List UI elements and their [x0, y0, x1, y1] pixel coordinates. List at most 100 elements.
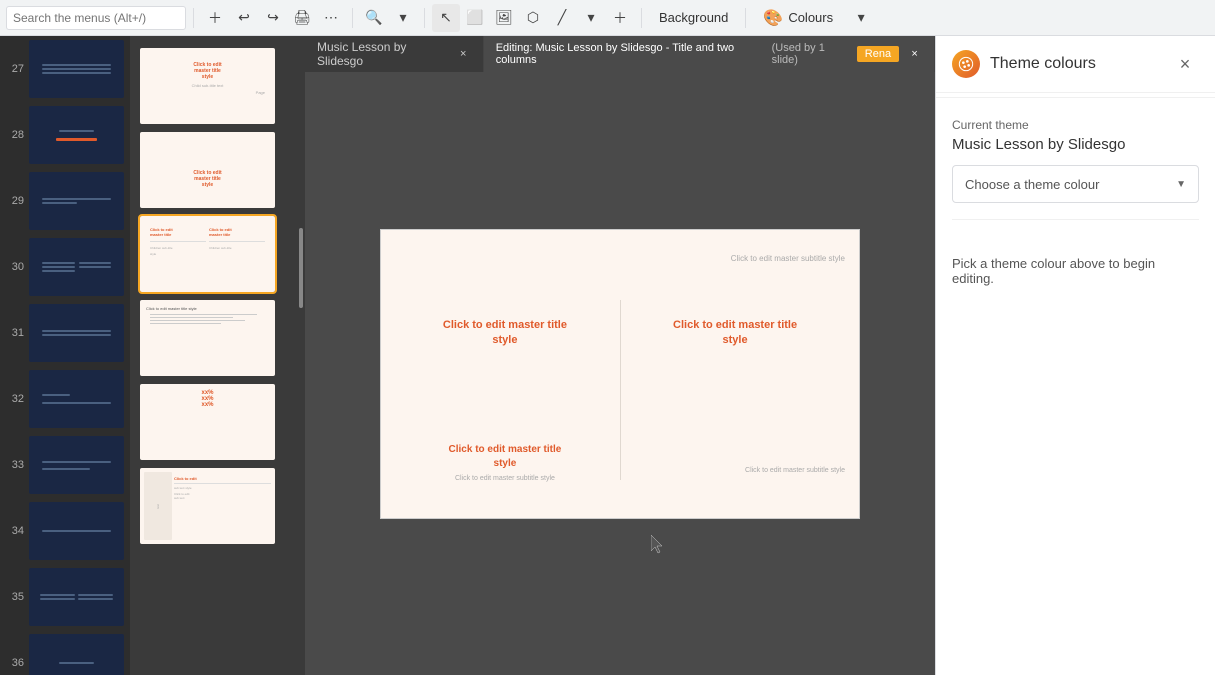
- list-item[interactable]: 31: [0, 300, 130, 366]
- master-slide-thumbnail-selected: Click to editmaster title Children sub-t…: [140, 216, 275, 292]
- list-item[interactable]: text Click to edit sub text style Click …: [130, 464, 305, 548]
- separator-3: [424, 8, 425, 28]
- slide-number: 28: [6, 129, 24, 141]
- slide-number: 27: [6, 63, 24, 75]
- slide-thumbnail: [29, 172, 124, 230]
- master-slides-panel: Click to editmaster titlestyle Child sub…: [130, 36, 305, 675]
- current-theme-section: Current theme Music Lesson by Slidesgo: [952, 118, 1199, 153]
- bottom-left-subtitle: Click to edit master subtitle style: [395, 475, 615, 482]
- list-item[interactable]: 36: [0, 630, 130, 675]
- top-right-subtitle: Click to edit master subtitle style: [731, 248, 845, 266]
- more-options-button[interactable]: ▾: [847, 4, 875, 32]
- zoom-dropdown[interactable]: ▾: [389, 4, 417, 32]
- current-theme-label: Current theme: [952, 118, 1199, 132]
- slides-panel: 27 28: [0, 36, 130, 675]
- image-button[interactable]: 🖼: [490, 4, 518, 32]
- scroll-handle[interactable]: [299, 228, 303, 308]
- inactive-tab[interactable]: Music Lesson by Slidesgo ×: [305, 36, 484, 72]
- line-button[interactable]: ╱: [548, 4, 576, 32]
- list-item[interactable]: 34: [0, 498, 130, 564]
- slide-thumbnail: [29, 634, 124, 675]
- separator-1: [193, 8, 194, 28]
- undo-button[interactable]: ↩: [230, 4, 258, 32]
- separator-5: [745, 8, 746, 28]
- bottom-right: Click to edit master subtitle style: [663, 467, 845, 474]
- colours-button[interactable]: 🎨 Colours: [753, 4, 843, 32]
- colours-label: Colours: [788, 10, 833, 25]
- list-item[interactable]: 35: [0, 564, 130, 630]
- dropdown-arrow-icon: ▼: [1176, 179, 1186, 190]
- theme-panel-title: Theme colours: [990, 55, 1096, 73]
- slide-canvas[interactable]: Click to edit master subtitle style Clic…: [380, 229, 860, 519]
- more-button[interactable]: ⋯: [317, 4, 345, 32]
- rename-button[interactable]: Rena: [857, 46, 899, 62]
- list-item[interactable]: 33: [0, 432, 130, 498]
- slide-number: 34: [6, 525, 24, 537]
- shape-button[interactable]: ⬡: [519, 4, 547, 32]
- toolbar-action-group: ＋ ↩ ↪ 🖨 ⋯: [201, 4, 345, 32]
- master-slide-thumbnail: Click to editmaster titlestyle: [140, 132, 275, 208]
- list-item[interactable]: 32: [0, 366, 130, 432]
- theme-panel-header: Theme colours ×: [936, 36, 1215, 93]
- bottom-right-subtitle: Click to edit master subtitle style: [663, 467, 845, 474]
- slide-thumbnail: [29, 238, 124, 296]
- slide-number: 35: [6, 591, 24, 603]
- list-item[interactable]: Click to editmaster title Children sub-t…: [130, 212, 305, 296]
- current-theme-name: Music Lesson by Slidesgo: [952, 136, 1199, 153]
- slide-number: 29: [6, 195, 24, 207]
- slide-thumbnail: [29, 40, 124, 98]
- list-item[interactable]: Click to edit master title style: [130, 296, 305, 380]
- right-column: Click to edit master title style: [625, 310, 845, 357]
- list-item[interactable]: 30: [0, 234, 130, 300]
- search-input[interactable]: [6, 6, 186, 30]
- inactive-tab-close[interactable]: ×: [456, 46, 471, 62]
- list-item[interactable]: Click to editmaster titlestyle Child sub…: [130, 44, 305, 128]
- list-item[interactable]: 29: [0, 168, 130, 234]
- active-tab-close[interactable]: ×: [907, 46, 922, 62]
- editing-area: Click to edit master title style Click t…: [305, 72, 935, 675]
- add-button[interactable]: ＋: [201, 4, 229, 32]
- active-tab[interactable]: Editing: Music Lesson by Slidesgo - Titl…: [484, 36, 935, 72]
- main-toolbar: ＋ ↩ ↪ 🖨 ⋯ 🔍 ▾ ↖ ⬜ 🖼 ⬡ ╱ ▾ ＋ Background 🎨…: [0, 0, 1215, 36]
- theme-close-button[interactable]: ×: [1171, 50, 1199, 78]
- left-column: Click to edit master title style: [395, 310, 615, 357]
- background-button[interactable]: Background: [649, 4, 738, 32]
- slide-number: 33: [6, 459, 24, 471]
- redo-button[interactable]: ↪: [259, 4, 287, 32]
- master-slide-thumbnail: Click to edit master title style: [140, 300, 275, 376]
- background-label: Background: [659, 10, 728, 25]
- dropdown-placeholder: Choose a theme colour: [965, 177, 1099, 192]
- main-area: 27 28: [0, 36, 1215, 675]
- list-item[interactable]: Click to editmaster titlestyle: [130, 128, 305, 212]
- plus2-button[interactable]: ＋: [606, 4, 634, 32]
- bottom-left-title: Click to edit master title style: [395, 443, 615, 471]
- select-button[interactable]: ↖: [432, 4, 460, 32]
- master-slide-thumbnail: xx% xx% xx%: [140, 384, 275, 460]
- separator-2: [352, 8, 353, 28]
- colours-icon: 🎨: [763, 8, 783, 28]
- body-divider: [952, 219, 1199, 220]
- inactive-tab-label: Music Lesson by Slidesgo: [317, 40, 448, 68]
- active-tab-label: Editing: Music Lesson by Slidesgo - Titl…: [496, 42, 760, 66]
- slide-canvas-wrapper: Click to edit master title style Click t…: [380, 229, 860, 519]
- list-item[interactable]: 28: [0, 102, 130, 168]
- zoom-button[interactable]: 🔍: [360, 4, 388, 32]
- theme-hint-text: Pick a theme colour above to begin editi…: [952, 256, 1199, 286]
- cursor-arrow-icon: [651, 535, 665, 555]
- list-item[interactable]: xx% xx% xx%: [130, 380, 305, 464]
- theme-panel: Theme colours × Current theme Music Less…: [935, 36, 1215, 675]
- list-item[interactable]: 27: [0, 36, 130, 102]
- frame-button[interactable]: ⬜: [461, 4, 489, 32]
- tab-bar: Music Lesson by Slidesgo × Editing: Musi…: [305, 36, 935, 72]
- theme-panel-body: Current theme Music Lesson by Slidesgo C…: [936, 102, 1215, 302]
- master-slide-thumbnail: Click to editmaster titlestyle Child sub…: [140, 48, 275, 124]
- line-dropdown[interactable]: ▾: [577, 4, 605, 32]
- print-button[interactable]: 🖨: [288, 4, 316, 32]
- column-divider: [620, 300, 621, 480]
- slide-thumbnail: [29, 304, 124, 362]
- theme-colour-select[interactable]: Choose a theme colour ▼: [952, 165, 1199, 203]
- slide-thumbnail: [29, 370, 124, 428]
- master-slide-thumbnail: text Click to edit sub text style Click …: [140, 468, 275, 544]
- panel-divider: [936, 97, 1215, 98]
- right-title: Click to edit master title style: [633, 318, 837, 349]
